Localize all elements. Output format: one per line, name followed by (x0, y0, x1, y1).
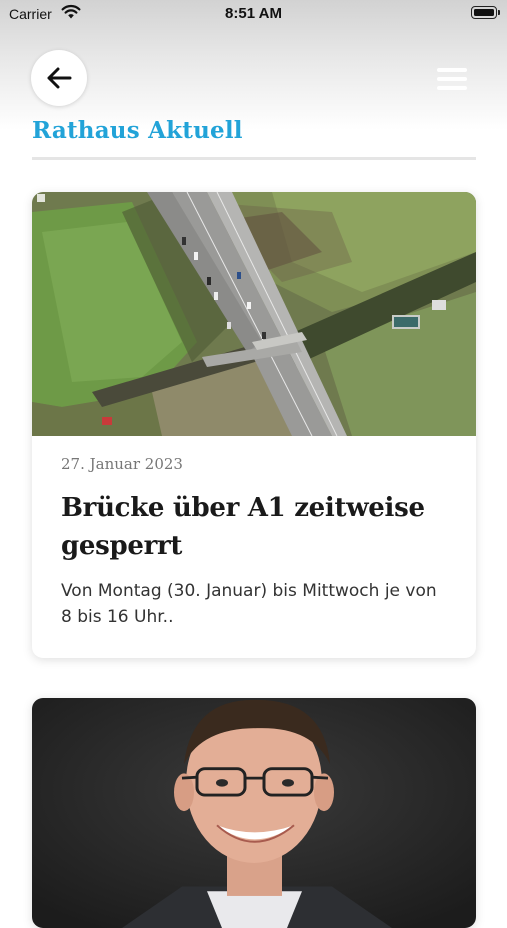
arrow-left-icon (46, 67, 72, 89)
portrait-photo-man-glasses (32, 698, 476, 928)
back-button[interactable] (31, 50, 87, 106)
article-card[interactable]: 27. Januar 2023 Brücke über A1 zeitweise… (32, 192, 476, 658)
article-date: 27. Januar 2023 (61, 455, 183, 473)
hamburger-menu-button[interactable] (432, 62, 472, 96)
status-bar: Carrier 8:51 AM (0, 0, 507, 30)
battery-icon (471, 6, 500, 19)
title-divider (32, 157, 476, 160)
article-excerpt: Von Montag (30. Januar) bis Mittwoch je … (61, 581, 437, 627)
article-card[interactable] (32, 698, 476, 928)
article-title: Brücke über A1 zeitweise gesperrt (61, 493, 425, 561)
page-title: Rathaus Aktuell (32, 117, 243, 144)
aerial-highway-bridge-photo (32, 192, 476, 436)
status-time: 8:51 AM (225, 5, 282, 22)
